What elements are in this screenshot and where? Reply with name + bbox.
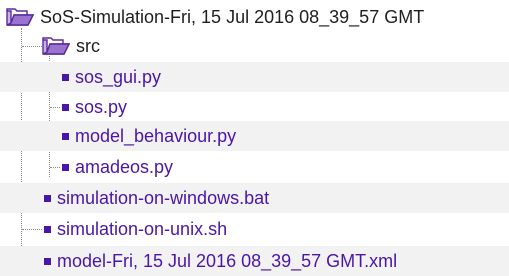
folder-open-icon <box>6 8 34 26</box>
file-label: model_behaviour.py <box>75 126 237 146</box>
tree-row-file[interactable]: simulation-on-windows.bat <box>0 183 509 213</box>
file-label: model-Fri, 15 Jul 2016 08_39_57 GMT.xml <box>57 251 398 271</box>
tree-row-file[interactable]: model_behaviour.py <box>0 121 509 151</box>
src-folder-label: src <box>76 36 100 56</box>
file-bullet-icon <box>44 257 51 265</box>
file-label: amadeos.py <box>75 157 174 177</box>
file-bullet-icon <box>44 194 51 202</box>
file-bullet-icon <box>62 132 69 140</box>
tree-row-src[interactable]: src <box>0 31 509 61</box>
root-folder-label: SoS-Simulation-Fri, 15 Jul 2016 08_39_57… <box>40 7 425 27</box>
tree-row-file[interactable]: simulation-on-unix.sh <box>0 214 509 244</box>
tree-row-file[interactable]: model-Fri, 15 Jul 2016 08_39_57 GMT.xml <box>0 246 509 276</box>
file-label: simulation-on-unix.sh <box>57 219 228 239</box>
folder-open-icon <box>42 37 70 55</box>
file-bullet-icon <box>62 73 69 81</box>
tree-row-root[interactable]: SoS-Simulation-Fri, 15 Jul 2016 08_39_57… <box>0 2 509 32</box>
file-label: sos.py <box>75 97 128 117</box>
file-label: simulation-on-windows.bat <box>57 188 270 208</box>
file-bullet-icon <box>62 103 69 111</box>
tree-row-file[interactable]: amadeos.py <box>0 152 509 182</box>
file-bullet-icon <box>44 225 51 233</box>
file-label: sos_gui.py <box>75 67 162 87</box>
tree-row-file[interactable]: sos.py <box>0 92 509 122</box>
file-tree: SoS-Simulation-Fri, 15 Jul 2016 08_39_57… <box>0 0 509 276</box>
tree-row-file[interactable]: sos_gui.py <box>0 62 509 92</box>
file-bullet-icon <box>62 163 69 171</box>
